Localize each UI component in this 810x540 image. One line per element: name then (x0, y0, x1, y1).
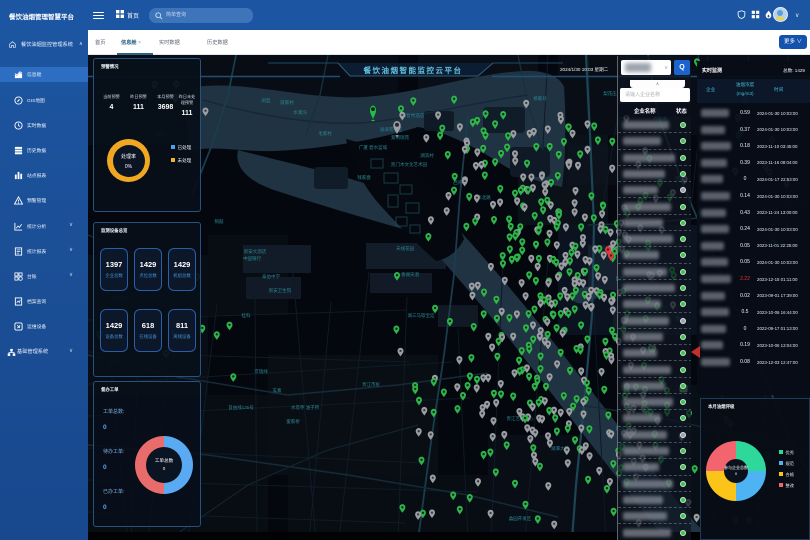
svg-text:新安卫生院: 新安卫生院 (269, 287, 292, 294)
svg-text:钱家壹: 钱家壹 (357, 174, 371, 180)
svg-text:水淹沟: 水淹沟 (293, 109, 307, 116)
svg-text:蜜家桥: 蜜家桥 (286, 418, 300, 425)
svg-text:首由线135号: 首由线135号 (228, 404, 254, 411)
svg-text:香湖天酒: 香湖天酒 (401, 271, 419, 278)
svg-text:紫荆瑞苑: 紫荆瑞苑 (391, 134, 409, 141)
svg-text:泰伯中学: 泰伯中学 (262, 273, 280, 280)
svg-text:铜鼓: 铜鼓 (215, 218, 224, 225)
svg-text:桂科: 桂科 (242, 312, 251, 319)
svg-text:毛家村: 毛家村 (318, 130, 332, 136)
svg-text:新安大酒店: 新安大酒店 (244, 248, 267, 255)
svg-text:中国银行: 中国银行 (243, 255, 261, 262)
svg-text:薛家村: 薛家村 (280, 99, 294, 106)
svg-text:梨花庄: 梨花庄 (603, 90, 617, 97)
svg-text:天线花园: 天线花园 (396, 245, 414, 252)
svg-text:凯门木文化艺术园: 凯门木文化艺术园 (391, 161, 427, 168)
svg-text:湖三马歇宝廷: 湖三马歇宝廷 (408, 312, 435, 319)
svg-text:京瑞线: 京瑞线 (254, 368, 268, 375)
svg-text:水塔寺 油子所: 水塔寺 油子所 (291, 404, 320, 411)
svg-text:玄素: 玄素 (273, 387, 282, 394)
svg-text:湖滨村: 湖滨村 (420, 152, 434, 159)
svg-text:广厦 碧水蓝城: 广厦 碧水蓝城 (359, 144, 388, 151)
svg-text:杨家圩: 杨家圩 (533, 95, 547, 102)
svg-text:闲型: 闲型 (262, 97, 271, 104)
svg-text:蠡园开发区: 蠡园开发区 (509, 515, 532, 522)
svg-text:贵江市拆: 贵江市拆 (362, 381, 380, 388)
